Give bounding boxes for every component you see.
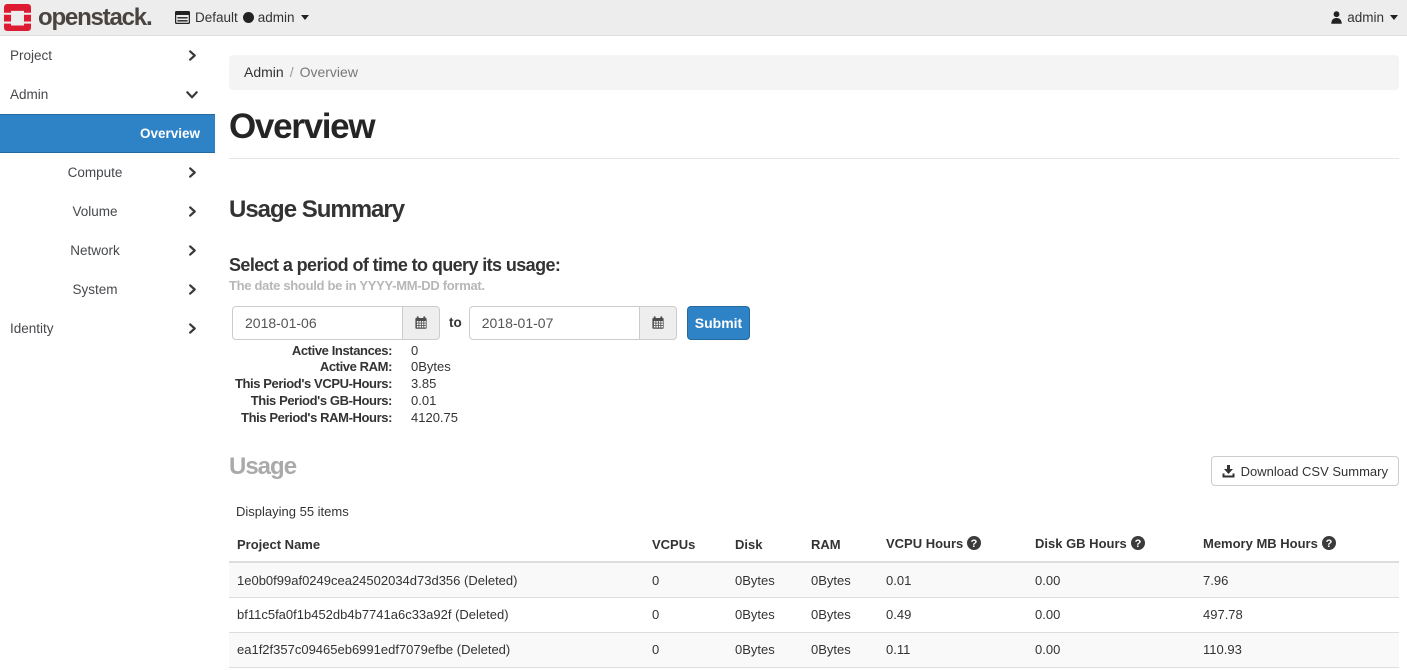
svg-text:?: ? <box>1325 538 1332 550</box>
svg-text:?: ? <box>1134 538 1141 550</box>
svg-text:?: ? <box>971 538 978 550</box>
